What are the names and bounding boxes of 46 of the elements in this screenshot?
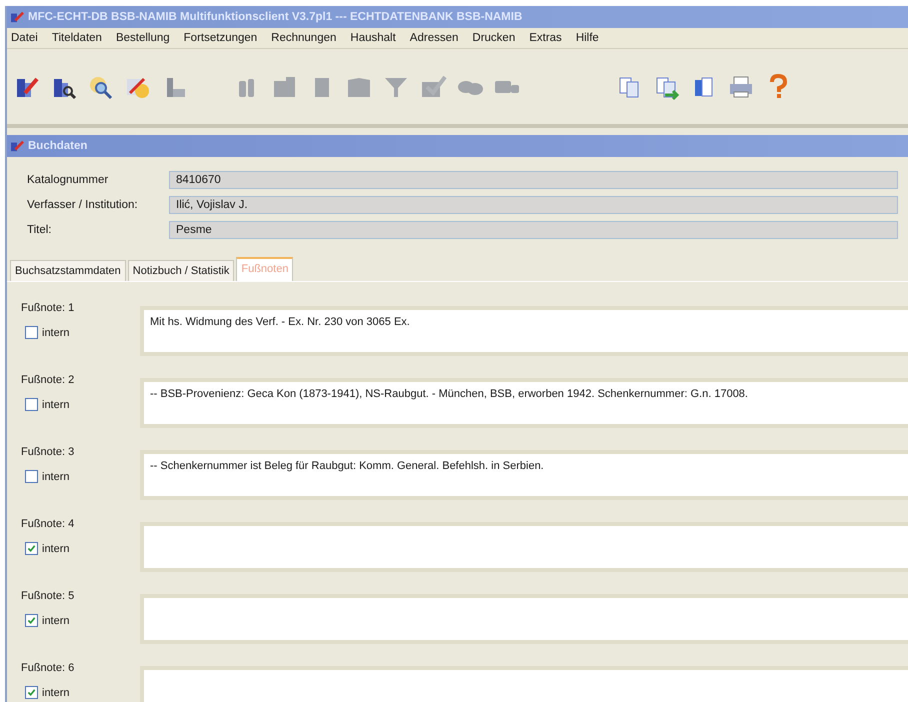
checkbox-label: intern (42, 398, 70, 410)
input-field[interactable]: 8410670 (169, 171, 898, 189)
tab[interactable]: Buchsatzstammdaten (10, 260, 126, 281)
checkbox[interactable] (25, 686, 38, 699)
field-label: Katalognummer (27, 174, 110, 186)
text-field[interactable]: -- BSB-Provenienz: Geca Kon (1873-1941), NS-Raubgut. - München, BSB, erworben 1942. Schenkernummer: G.n. 17008. (140, 378, 908, 428)
panel-title: Buchdaten (28, 140, 88, 152)
window-title: MFC-ECHT-DB BSB-NAMIB Multifunktionsclient V3.7pl1 --- ECHTDATENBANK BSB-NAMIB (28, 11, 522, 23)
menu-item[interactable]: Rechnungen (271, 32, 336, 44)
footnote-label: Fußnote: 6 (21, 662, 76, 674)
menu-item[interactable]: Adressen (410, 32, 458, 44)
menu-item[interactable]: Titeldaten (52, 32, 102, 44)
menu-item[interactable]: Drucken (472, 32, 516, 44)
input-field[interactable]: Ilić, Vojislav J. (169, 196, 898, 214)
menu-item[interactable]: Haushalt (350, 32, 396, 44)
input-field[interactable]: Pesme (169, 221, 898, 239)
menu-item[interactable]: Extras (529, 32, 562, 44)
field-label: Titel: (27, 224, 52, 236)
text-field[interactable] (140, 522, 908, 572)
text-field[interactable] (140, 594, 908, 644)
footnote-label: Fußnote: 4 (21, 518, 76, 530)
footnote-label: Fußnote: 2 (21, 374, 76, 386)
text-field[interactable] (140, 666, 908, 702)
footnote-label: Fußnote: 1 (21, 302, 76, 314)
checkbox-label: intern (42, 614, 70, 626)
menu-item[interactable]: Datei (11, 32, 38, 44)
text-field[interactable]: -- Schenkernummer ist Beleg für Raubgut: Komm. General. Befehlsh. in Serbien. (140, 450, 908, 500)
checkbox[interactable] (25, 398, 38, 411)
app-icon (10, 140, 24, 152)
menu-item[interactable]: Bestellung (116, 32, 170, 44)
checkbox-label: intern (42, 542, 70, 554)
field-label: Verfasser / Institution: (27, 199, 139, 211)
checkbox[interactable] (25, 614, 38, 627)
checkbox-label: intern (42, 686, 70, 698)
text-field[interactable]: Mit hs. Widmung des Verf. - Ex. Nr. 230 von 3065 Ex. (140, 306, 908, 356)
footnote-label: Fußnote: 5 (21, 590, 76, 602)
menu-item[interactable]: Hilfe (576, 32, 599, 44)
app-icon (10, 11, 24, 23)
checkbox-label: intern (42, 326, 70, 338)
tab[interactable]: Notizbuch / Statistik (128, 260, 234, 281)
checkbox[interactable] (25, 470, 38, 483)
footnote-label: Fußnote: 3 (21, 446, 76, 458)
checkbox[interactable] (25, 542, 38, 555)
checkbox[interactable] (25, 326, 38, 339)
checkbox-label: intern (42, 470, 70, 482)
menu-item[interactable]: Fortsetzungen (184, 32, 258, 44)
